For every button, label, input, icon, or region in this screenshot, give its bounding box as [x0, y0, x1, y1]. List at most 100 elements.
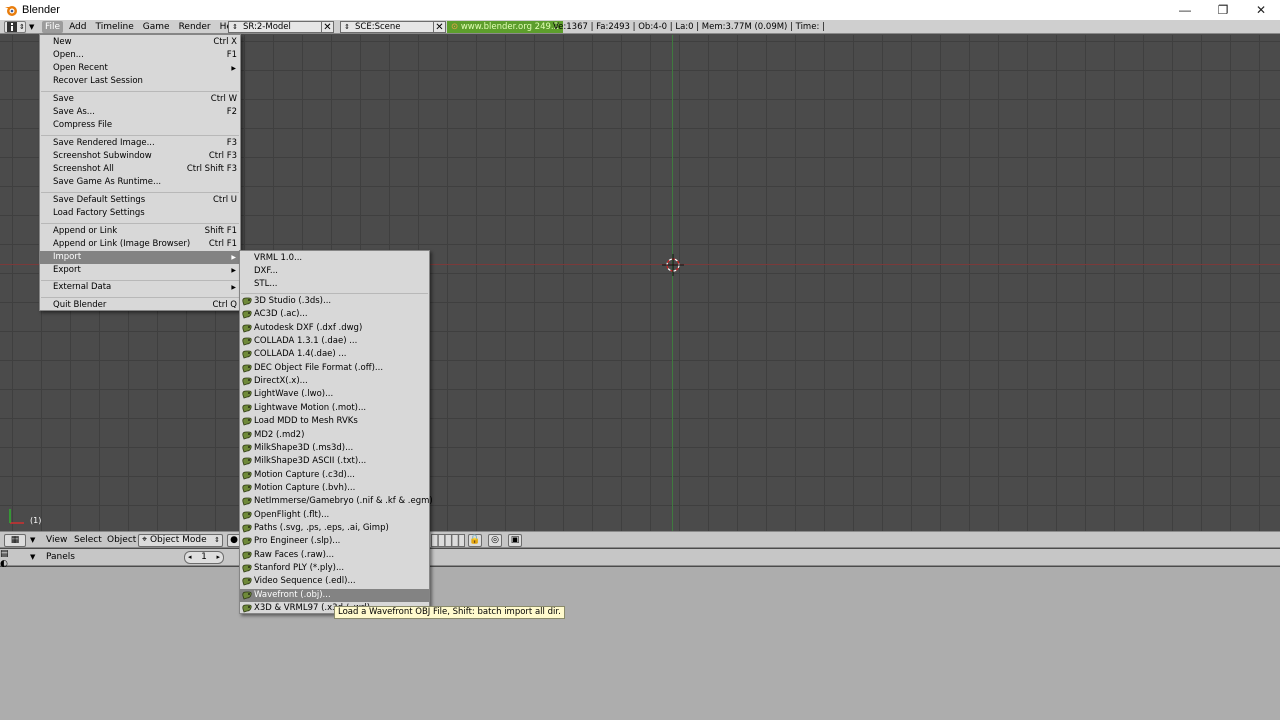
python-script-icon: [242, 497, 252, 506]
blender-logo-icon: [5, 6, 17, 16]
menu-object[interactable]: Object: [107, 534, 136, 546]
import-item[interactable]: AC3D (.ac)...: [240, 308, 429, 321]
menu-view[interactable]: View: [46, 534, 67, 546]
menu-item-open-recent[interactable]: Open Recent ▶: [40, 62, 240, 75]
menu-item-label: Append or Link (Image Browser): [53, 239, 191, 249]
screen-browse-icon[interactable]: ⇕: [229, 23, 241, 31]
draw-type-icon: ●: [230, 535, 238, 545]
import-item[interactable]: MilkShape3D ASCII (.txt)...: [240, 455, 429, 468]
menu-item-save-game-as-runtime[interactable]: Save Game As Runtime...: [40, 176, 240, 189]
scene-browse-icon[interactable]: ⇕: [341, 23, 353, 31]
menu-item-label: NetImmerse/Gamebryo (.nif & .kf & .egm): [254, 496, 433, 507]
import-item[interactable]: DEC Object File Format (.off)...: [240, 362, 429, 375]
scene-name[interactable]: SCE:Scene: [353, 22, 433, 32]
close-window-button[interactable]: ✕: [1242, 0, 1280, 20]
import-item[interactable]: Paths (.svg, .ps, .eps, .ai, Gimp): [240, 522, 429, 535]
menu-item-export[interactable]: Export ▶: [40, 264, 240, 277]
menu-item-save-default-settings[interactable]: Save Default Settings Ctrl U: [40, 194, 240, 207]
menu-item-label: Pro Engineer (.slp)...: [254, 536, 341, 547]
menu-item-label: COLLADA 1.3.1 (.dae) ...: [254, 336, 358, 346]
menu-timeline[interactable]: Timeline: [93, 21, 137, 33]
menu-select[interactable]: Select: [74, 534, 102, 546]
menu-render[interactable]: Render: [176, 21, 214, 33]
window-type-button[interactable]: ⇕: [4, 21, 26, 33]
menu-item-shortcut: Ctrl X: [213, 37, 237, 47]
decrement-icon[interactable]: ◂: [188, 552, 192, 563]
import-stl[interactable]: STL...: [240, 278, 429, 291]
header-collapse-icon[interactable]: ▼: [30, 534, 35, 546]
import-item[interactable]: Load MDD to Mesh RVKs: [240, 415, 429, 428]
import-item[interactable]: Raw Faces (.raw)...: [240, 549, 429, 562]
collapse-triangle-icon[interactable]: ▼: [29, 21, 34, 33]
import-item[interactable]: NetImmerse/Gamebryo (.nif & .kf & .egm): [240, 495, 433, 508]
menu-item-label: OpenFlight (.flt)...: [254, 509, 330, 520]
object-mode-icon: ⌖: [142, 535, 150, 545]
import-vrml1[interactable]: VRML 1.0...: [240, 252, 429, 265]
screen-selector[interactable]: ⇕ SR:2-Model ✕: [228, 21, 334, 33]
screen-delete-icon[interactable]: ✕: [321, 21, 333, 33]
import-item[interactable]: DirectX(.x)...: [240, 375, 429, 388]
menu-game[interactable]: Game: [140, 21, 173, 33]
import-item[interactable]: Motion Capture (.c3d)...: [240, 469, 429, 482]
menu-item-save[interactable]: Save Ctrl W: [40, 93, 240, 106]
menu-item-recover-last-session[interactable]: Recover Last Session: [40, 75, 240, 88]
import-item[interactable]: LightWave (.lwo)...: [240, 388, 429, 401]
tooltip: Load a Wavefront OBJ File, Shift: batch …: [334, 606, 565, 619]
import-item[interactable]: OpenFlight (.flt)...: [240, 509, 429, 522]
view-type-button[interactable]: ▦: [4, 534, 26, 547]
import-item[interactable]: Autodesk DXF (.dxf .dwg): [240, 322, 429, 335]
maximize-button[interactable]: ❐: [1204, 0, 1242, 20]
menu-item-compress-file[interactable]: Compress File: [40, 119, 240, 132]
import-item[interactable]: COLLADA 1.4(.dae) ...: [240, 348, 429, 361]
import-item[interactable]: Motion Capture (.bvh)...: [240, 482, 429, 495]
import-item[interactable]: COLLADA 1.3.1 (.dae) ...: [240, 335, 429, 348]
screen-name[interactable]: SR:2-Model: [241, 22, 321, 32]
scene-delete-icon[interactable]: ✕: [433, 21, 445, 33]
buttons-type-button[interactable]: ▤: [0, 549, 22, 559]
lock-layer-button[interactable]: 🔒: [468, 534, 482, 547]
layer-buttons[interactable]: [431, 534, 465, 547]
scene-selector[interactable]: ⇕ SCE:Scene ✕: [340, 21, 446, 33]
import-item[interactable]: Lightwave Motion (.mot)...: [240, 402, 429, 415]
mode-selector[interactable]: ⌖ Object Mode ⇕: [138, 534, 223, 547]
menu-file[interactable]: File: [42, 21, 64, 33]
orientation-button[interactable]: ◎: [488, 534, 502, 547]
menu-item-save-as[interactable]: Save As... F2: [40, 106, 240, 119]
menu-item-append-or-link[interactable]: Append or Link Shift F1: [40, 225, 240, 238]
python-script-icon: [242, 390, 252, 399]
lock-icon: 🔒: [469, 535, 481, 545]
import-item[interactable]: Wavefront (.obj)...: [240, 588, 429, 602]
import-item[interactable]: MD2 (.md2): [240, 429, 429, 442]
increment-icon[interactable]: ▸: [216, 552, 220, 563]
menu-item-save-rendered-image[interactable]: Save Rendered Image... F3: [40, 137, 240, 150]
menu-item-label: Autodesk DXF (.dxf .dwg): [254, 322, 363, 333]
import-item[interactable]: Stanford PLY (*.ply)...: [240, 562, 429, 575]
render-preview-button[interactable]: ▣: [508, 534, 522, 547]
minimize-button[interactable]: —: [1166, 0, 1204, 20]
menu-item-quit-blender[interactable]: Quit Blender Ctrl Q: [40, 299, 240, 312]
page-number-field[interactable]: ◂ 1 ▸: [184, 551, 224, 564]
menu-item-append-or-link-image-browser[interactable]: Append or Link (Image Browser) Ctrl F1: [40, 238, 240, 251]
menu-item-external-data[interactable]: External Data ▶: [40, 281, 240, 294]
import-item[interactable]: Pro Engineer (.slp)...: [240, 535, 429, 548]
menu-add[interactable]: Add: [66, 21, 89, 33]
site-text: www.blender.org 249.2: [460, 22, 559, 32]
import-item[interactable]: MilkShape3D (.ms3d)...: [240, 442, 429, 455]
menu-item-new[interactable]: New Ctrl X: [40, 36, 240, 49]
import-item[interactable]: Video Sequence (.edl)...: [240, 575, 429, 588]
menu-item-screenshot-all[interactable]: Screenshot All Ctrl Shift F3: [40, 163, 240, 176]
menu-item-open[interactable]: Open... F1: [40, 49, 240, 62]
window-title: Blender: [22, 4, 60, 16]
blender-site-link[interactable]: ⊙ www.blender.org 249.2: [447, 21, 563, 33]
import-item[interactable]: 3D Studio (.3ds)...: [240, 295, 429, 308]
menu-item-import[interactable]: Import ▶: [40, 251, 240, 264]
menu-item-load-factory-settings[interactable]: Load Factory Settings: [40, 207, 240, 220]
menu-item-label: COLLADA 1.4(.dae) ...: [254, 349, 347, 360]
menu-item-label: External Data: [53, 282, 112, 292]
menu-item-screenshot-subwindow[interactable]: Screenshot Subwindow Ctrl F3: [40, 150, 240, 163]
import-dxf[interactable]: DXF...: [240, 265, 429, 278]
menu-item-shortcut: Ctrl Q: [212, 300, 237, 310]
python-script-icon: [242, 350, 252, 359]
menu-item-label: DirectX(.x)...: [254, 376, 308, 387]
buttons-collapse-icon[interactable]: ▼: [30, 551, 35, 563]
